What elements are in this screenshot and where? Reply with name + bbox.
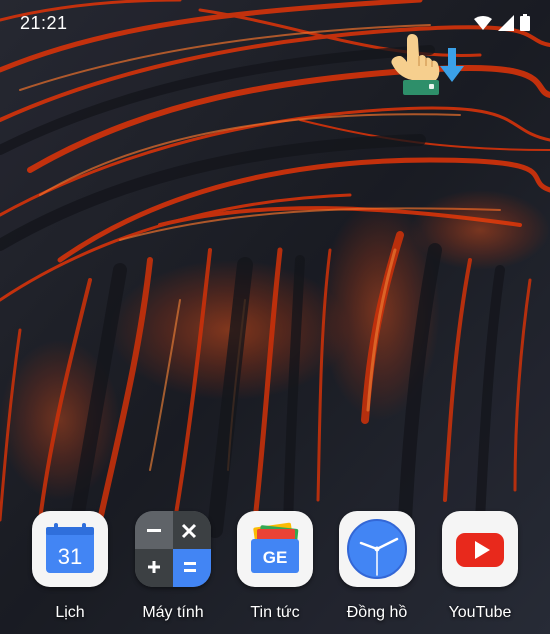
battery-icon [520,14,530,31]
calendar-date: 31 [58,544,82,569]
app-calculator[interactable]: Máy tính [123,505,223,622]
youtube-icon [442,511,518,587]
status-icons [474,14,530,31]
cellular-signal-icon [498,14,514,31]
app-clock[interactable]: Đồng hồ [327,505,427,622]
down-arrow-icon [440,48,464,82]
news-icon: GE [237,511,313,587]
wifi-icon [474,15,492,30]
app-label-clock: Đồng hồ [346,604,408,621]
calculator-icon [135,511,211,587]
app-calendar[interactable]: 31 Lịch [20,505,120,622]
pointing-hand-icon [391,34,440,95]
app-news[interactable]: GE Tin tức [225,505,325,622]
clock-icon [339,511,415,587]
status-clock: 21:21 [20,13,68,33]
app-label-calendar: Lịch [55,604,85,621]
news-logo-text: GE [263,548,288,567]
calendar-icon: 31 [32,511,108,587]
swipe-down-hint [391,34,464,95]
app-label-calculator: Máy tính [142,604,204,621]
app-label-youtube: YouTube [448,604,512,621]
app-dock: 31 Lịch Máy tính GE Tin tức Đồng hồ YouT… [0,505,550,634]
app-label-news: Tin tức [250,604,300,621]
app-youtube[interactable]: YouTube [430,505,530,622]
